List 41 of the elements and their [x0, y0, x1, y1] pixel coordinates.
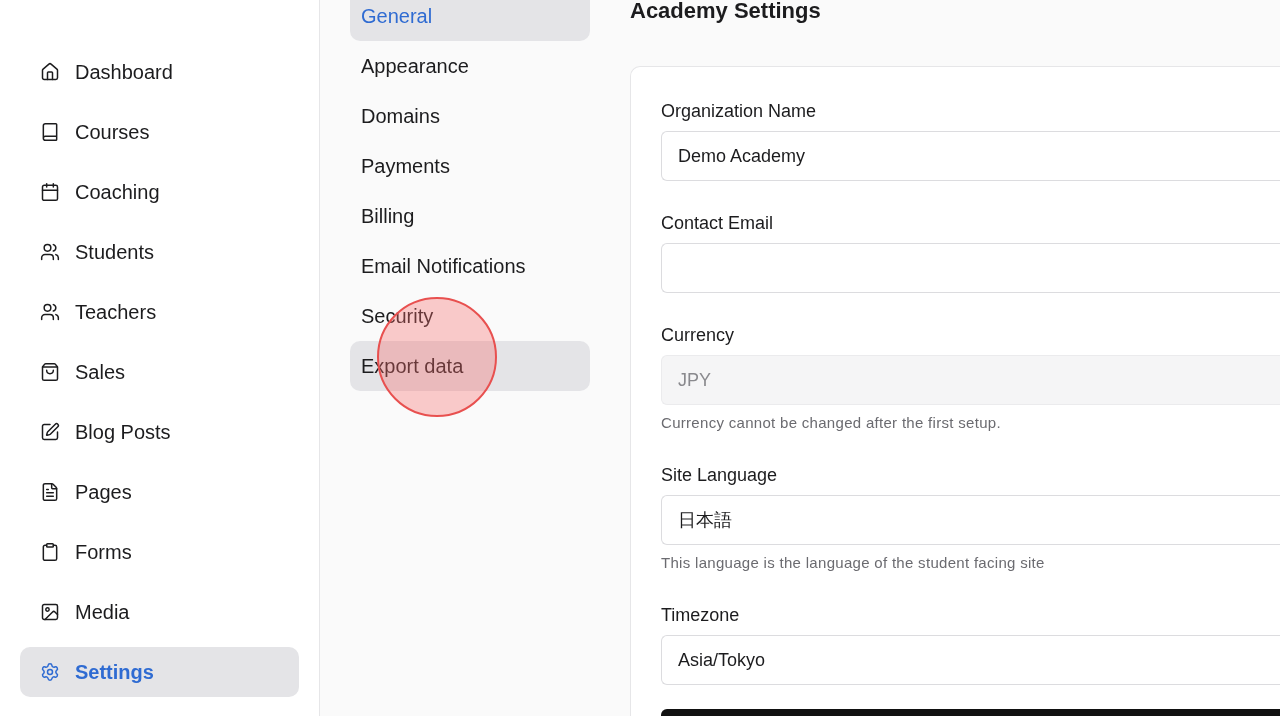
settings-nav-item[interactable]: Email Notifications: [350, 241, 590, 291]
page-title: Academy Settings: [630, 0, 822, 22]
settings-nav-item[interactable]: General: [350, 0, 590, 41]
sidebar-item[interactable]: Blog Posts: [20, 407, 299, 457]
sidebar-item[interactable]: Forms: [20, 527, 299, 577]
house-icon: [40, 62, 60, 82]
document-icon: [40, 482, 60, 502]
text-field[interactable]: 日本語: [661, 495, 1280, 545]
book-icon: [40, 122, 60, 142]
field-label: Contact Email: [661, 212, 775, 235]
sidebar-item[interactable]: Courses: [20, 107, 299, 157]
sidebar-item[interactable]: Settings: [20, 647, 299, 697]
sidebar-item[interactable]: Pages: [20, 467, 299, 517]
sidebar-item[interactable]: Sales: [20, 347, 299, 397]
field-label: Timezone: [661, 604, 741, 627]
image-icon: [40, 602, 60, 622]
field-label: Site Language: [661, 464, 779, 487]
people-icon: [40, 242, 60, 262]
help-text: Currency cannot be changed after the first setup.: [661, 413, 1002, 433]
sidebar-item[interactable]: Students: [20, 227, 299, 277]
calendar-icon: [40, 182, 60, 202]
help-text: This language is the language of the student facing site: [661, 553, 1046, 573]
clipboard-icon: [40, 542, 60, 562]
sidebar-item[interactable]: Dashboard: [20, 47, 299, 97]
pencil-square-icon: [40, 422, 60, 442]
field-label: Currency: [661, 324, 736, 347]
settings-nav-item[interactable]: Domains: [350, 91, 590, 141]
settings-nav-item[interactable]: Appearance: [350, 41, 590, 91]
field-label: Organization Name: [661, 100, 818, 123]
shopping-bag-icon: [40, 362, 60, 382]
settings-nav-item[interactable]: Payments: [350, 141, 590, 191]
sidebar-item[interactable]: Teachers: [20, 287, 299, 337]
settings-icon: [40, 662, 60, 682]
settings-nav-item[interactable]: Billing: [350, 191, 590, 241]
sidebar-item[interactable]: Media: [20, 587, 299, 637]
sidebar-item[interactable]: Coaching: [20, 167, 299, 217]
text-field[interactable]: Demo Academy: [661, 131, 1280, 181]
text-field[interactable]: Asia/Tokyo: [661, 635, 1280, 685]
action-button[interactable]: [661, 709, 1280, 716]
text-field[interactable]: [661, 243, 1280, 293]
people-icon: [40, 302, 60, 322]
